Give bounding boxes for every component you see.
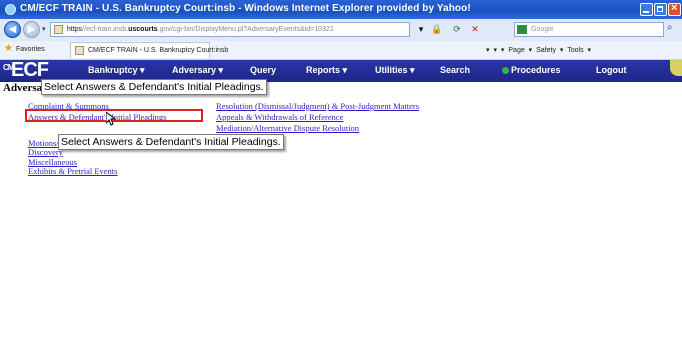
refresh-icon[interactable]: ⟳ (450, 22, 464, 36)
menu-bankruptcy[interactable]: Bankruptcy ▾ (88, 65, 145, 76)
menu-reports[interactable]: Reports ▾ (306, 65, 347, 76)
tab-label: CM/ECF TRAIN - U.S. Bankruptcy Court:ins… (88, 47, 229, 54)
ecf-logo-prefix: CM (3, 63, 14, 72)
window-title: CM/ECF TRAIN - U.S. Bankruptcy Court:ins… (20, 3, 471, 14)
url-site: uscourts (128, 26, 158, 33)
url-prefix: https (67, 26, 83, 33)
link-appeals-withdrawals[interactable]: Appeals & Withdrawals of Reference (216, 112, 343, 122)
menu-query[interactable]: Query (250, 65, 276, 75)
lock-icon[interactable]: 🔒 (430, 22, 444, 36)
window-title-bar: CM/ECF TRAIN - U.S. Bankruptcy Court:ins… (0, 0, 682, 19)
forward-button[interactable]: ▶ (23, 21, 40, 38)
history-dropdown-icon[interactable]: ▾ (42, 25, 46, 33)
corner-graphic (670, 60, 682, 76)
favorites-star-icon[interactable]: ★ (4, 44, 13, 54)
link-resolution-judgment[interactable]: Resolution (Dismissal/Judgment) & Post-J… (216, 101, 419, 111)
stop-icon[interactable]: ✕ (468, 22, 482, 36)
favorites-bar: ★ Favorites CM/ECF TRAIN - U.S. Bankrupt… (0, 41, 682, 60)
address-icons: ▾ 🔒 ⟳ ✕ (412, 22, 512, 37)
url-field[interactable]: https//ecf-train.insb.uscourts.gov/cgi-b… (50, 22, 410, 37)
ecf-logo-text: ECF (11, 59, 49, 81)
menu-adversary[interactable]: Adversary ▾ (172, 65, 223, 76)
link-exhibits-pretrial[interactable]: Exhibits & Pretrial Events (28, 166, 117, 176)
command-bar[interactable]: ▾ ▾ ▾ Page ▾ Safety ▾ Tools ▾ (486, 46, 591, 54)
menu-search[interactable]: Search (440, 65, 470, 75)
search-placeholder: Google (531, 26, 554, 33)
search-provider-icon (517, 25, 527, 34)
menu-procedures[interactable]: Procedures (502, 65, 561, 75)
page-icon (54, 25, 63, 34)
address-toolbar: ◀ ▶ ▾ https//ecf-train.insb.uscourts.gov… (0, 19, 682, 42)
search-input[interactable]: Google (514, 22, 664, 37)
close-button[interactable] (668, 2, 681, 16)
url-host-hint: //ecf-train.insb. (82, 26, 129, 33)
menu-procedures-label: Procedures (511, 65, 561, 75)
callout-bottom: Select Answers & Defendant's Initial Ple… (58, 134, 284, 150)
menu-logout[interactable]: Logout (596, 65, 627, 75)
tab-page-icon (75, 46, 84, 55)
procedures-icon (502, 67, 509, 74)
minimize-button[interactable] (640, 3, 653, 16)
ie-logo-icon (5, 4, 16, 15)
url-rest: .gov/cgi-bin/DisplayMenu.pl?AdversaryEve… (157, 26, 334, 33)
search-icon[interactable]: ⌕ (667, 22, 673, 33)
maximize-button[interactable] (654, 3, 667, 16)
link-mediation-adr[interactable]: Mediation/Alternative Dispute Resolution (216, 123, 359, 133)
back-button[interactable]: ◀ (4, 21, 21, 38)
callout-top: Select Answers & Defendant's Initial Ple… (41, 79, 267, 95)
favorites-button[interactable]: Favorites (16, 46, 45, 53)
menu-utilities[interactable]: Utilities ▾ (375, 65, 415, 76)
dropdown-icon[interactable]: ▾ (414, 22, 428, 36)
browser-tab[interactable]: CM/ECF TRAIN - U.S. Bankruptcy Court:ins… (70, 42, 228, 58)
